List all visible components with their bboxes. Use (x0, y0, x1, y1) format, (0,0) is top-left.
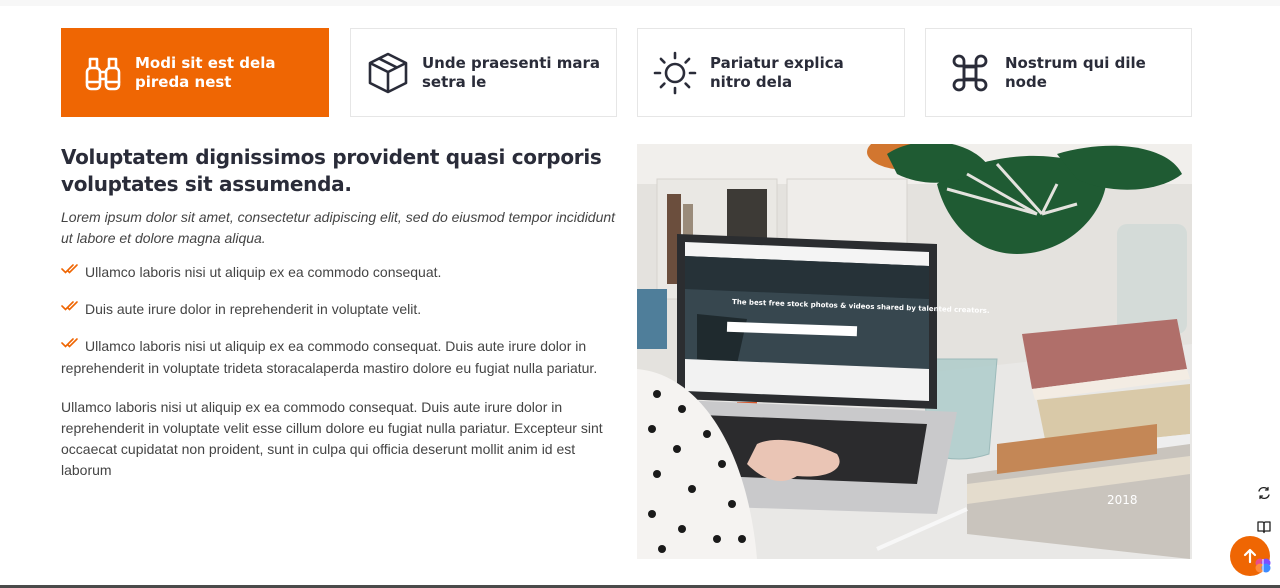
box-icon (366, 51, 410, 95)
tab-label: Nostrum qui dile node (1005, 53, 1146, 91)
tab-1[interactable]: Modi sit est dela pireda nest (61, 28, 329, 117)
tab-content: Voluptatem dignissimos provident quasi c… (61, 144, 616, 481)
content-heading: Voluptatem dignissimos provident quasi c… (61, 145, 602, 196)
sun-icon (653, 51, 697, 95)
bullet-text: Duis aute irure dolor in reprehenderit i… (85, 301, 422, 317)
bullet-list: Ullamco laboris nisi ut aliquip ex ea co… (61, 259, 616, 379)
feature-photo: The best free stock photos & videos shar… (637, 144, 1192, 559)
list-item: Ullamco laboris nisi ut aliquip ex ea co… (61, 333, 616, 379)
double-check-icon (61, 259, 81, 274)
binoculars-icon (81, 51, 125, 95)
list-item: Ullamco laboris nisi ut aliquip ex ea co… (61, 259, 616, 283)
content-lead: Lorem ipsum dolor sit amet, consectetur … (61, 209, 616, 246)
tab-2[interactable]: Unde praesenti mara setra le (350, 28, 617, 117)
book-icon[interactable] (1257, 520, 1271, 534)
double-check-icon (61, 296, 81, 311)
bullet-text: Ullamco laboris nisi ut aliquip ex ea co… (85, 264, 442, 280)
book-label: 2018 (1107, 493, 1138, 507)
top-strip (0, 0, 1280, 6)
double-check-icon (61, 333, 81, 348)
tab-label: Unde praesenti mara setra le (422, 53, 601, 91)
tab-label: Pariatur explica nitro dela (710, 53, 844, 91)
list-item: Duis aute irure dolor in reprehenderit i… (61, 296, 616, 320)
swap-icon[interactable] (1257, 486, 1271, 500)
tab-4[interactable]: Nostrum qui dile node (925, 28, 1192, 117)
brain-icon[interactable] (1254, 556, 1272, 574)
feature-tabs: Modi sit est dela pireda nest Unde praes… (61, 28, 1192, 117)
bullet-text: Ullamco laboris nisi ut aliquip ex ea co… (61, 338, 598, 376)
command-icon (948, 51, 992, 95)
content-paragraph: Ullamco laboris nisi ut aliquip ex ea co… (61, 399, 603, 478)
tab-label: Modi sit est dela pireda nest (135, 53, 276, 91)
tab-3[interactable]: Pariatur explica nitro dela (637, 28, 905, 117)
